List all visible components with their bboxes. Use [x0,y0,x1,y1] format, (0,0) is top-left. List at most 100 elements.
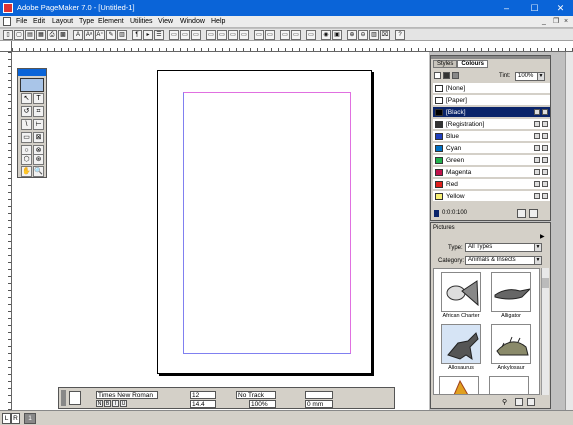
zoom-out-icon[interactable]: ⊖ [358,30,368,40]
constrained-line-tool-icon[interactable]: ⊢ [33,119,44,130]
new-colour-icon[interactable] [517,209,526,218]
frame-icon[interactable]: ▭ [180,30,190,40]
picture-item[interactable]: African Charter [439,272,483,320]
pictures-scrollbar[interactable] [541,268,549,395]
vertical-scrollbar[interactable] [565,52,573,410]
ruler-origin[interactable] [0,41,12,52]
font-icon[interactable]: A [73,30,83,40]
colour-row[interactable]: [Paper] [433,95,550,106]
set-width-field[interactable]: 100% [249,400,276,408]
find-icon[interactable]: ⎙ [47,30,57,40]
rectangle-tool-icon[interactable]: ▭ [21,132,32,143]
color-icon[interactable]: ▭ [306,30,316,40]
picture-thumbnail[interactable] [441,272,481,312]
bold-icon[interactable]: B [104,400,111,407]
mask-icon[interactable]: ▭ [254,30,264,40]
indent-icon[interactable]: ▸ [143,30,153,40]
library-icon[interactable] [515,398,523,406]
polygon-tool-icon[interactable]: ⬡ [21,154,32,165]
menu-type[interactable]: Type [79,17,94,27]
text-tool-icon[interactable]: T [33,93,44,104]
menu-edit[interactable]: Edit [33,17,45,27]
menu-utilities[interactable]: Utilities [130,17,153,27]
vertical-ruler[interactable] [0,52,12,410]
maximize-button[interactable]: ☐ [521,0,548,16]
menu-element[interactable]: Element [98,17,124,27]
pagemaker-app-icon[interactable] [3,3,13,13]
colour-row[interactable]: Blue [433,131,550,142]
colour-row[interactable]: Yellow [433,191,550,202]
picture-item[interactable]: Ankylosaur [489,324,533,372]
scroll-thumb[interactable] [542,278,549,288]
spell-check-icon[interactable]: ✎ [106,30,116,40]
unlock-icon[interactable]: ▭ [239,30,249,40]
picture-thumbnail[interactable] [491,272,531,312]
pointer-tool-icon[interactable]: ↖ [21,93,32,104]
binoculars-icon[interactable]: ▩ [58,30,68,40]
plugin-icon[interactable]: ⌧ [380,30,390,40]
category-dropdown[interactable]: Animals & Insects ▼ [465,256,542,265]
menu-file[interactable]: File [16,17,27,27]
frame-icon[interactable]: ▭ [191,30,201,40]
control-palette-grip[interactable] [61,390,66,406]
view-icon[interactable]: ▥ [369,30,379,40]
colour-row[interactable]: [Registration] [433,119,550,130]
colour-row[interactable]: Green [433,155,550,166]
colour-row[interactable]: Magenta [433,167,550,178]
zoom-in-icon[interactable]: ⊕ [347,30,357,40]
font-size-field[interactable]: 12 [190,391,216,399]
tab-colours[interactable]: Colours [457,60,489,68]
open-icon[interactable]: ▢ [14,30,24,40]
character-view-icon[interactable] [69,391,81,405]
colours-palette-titlebar[interactable] [431,56,550,59]
left-master-page-icon[interactable]: L [2,413,11,424]
binoculars-icon[interactable]: ⚲ [502,398,507,406]
page-1-icon[interactable]: 1 [24,413,36,424]
image-icon[interactable]: ▭ [291,30,301,40]
new-document-icon[interactable]: ▯ [3,30,13,40]
close-button[interactable]: ✕ [547,0,573,16]
colour-row[interactable]: [None] [433,83,550,94]
menu-layout[interactable]: Layout [52,17,73,27]
kerning-field[interactable] [305,391,333,399]
baseline-shift-field[interactable]: 0 mm [305,400,333,408]
trash-icon[interactable] [529,209,538,218]
mdi-close-button[interactable]: × [564,16,568,28]
mdi-minimize-button[interactable]: _ [542,16,546,28]
ungroup-icon[interactable]: ▭ [217,30,227,40]
italic-icon[interactable]: I [112,400,119,407]
frame-icon[interactable]: ▭ [169,30,179,40]
tint-dropdown[interactable]: 100% ▼ [515,72,545,81]
colour-row[interactable]: Cyan [433,143,550,154]
leading-field[interactable]: 14.4 [190,400,216,408]
line-tool-icon[interactable]: \ [21,119,32,130]
print-icon[interactable]: ▦ [36,30,46,40]
trash-icon[interactable] [527,398,535,406]
pdf-icon[interactable]: ▣ [332,30,342,40]
menu-view[interactable]: View [158,17,173,27]
picture-item[interactable]: Allosaurus [439,324,483,372]
fill-icon[interactable] [443,72,450,79]
styles-icon[interactable]: ▥ [117,30,127,40]
mdi-restore-button[interactable]: ❐ [553,16,559,28]
menu-help[interactable]: Help [211,17,225,27]
help-icon[interactable]: ? [395,30,405,40]
picture-thumbnail[interactable] [489,376,529,394]
crop-tool-icon[interactable]: ⌗ [33,106,44,117]
type-dropdown[interactable]: All Types ▼ [465,243,542,252]
document-icon[interactable] [3,17,11,26]
minimize-button[interactable]: – [493,0,520,16]
colour-row[interactable]: Red [433,179,550,190]
underline-icon[interactable]: U [120,400,127,407]
align-icon[interactable]: ☰ [154,30,164,40]
horizontal-ruler[interactable] [12,41,573,52]
group-icon[interactable]: ▭ [206,30,216,40]
paragraph-icon[interactable]: ¶ [132,30,142,40]
document-page[interactable] [157,70,372,374]
unmask-icon[interactable]: ▭ [265,30,275,40]
picture-thumbnail[interactable] [441,324,481,364]
picture-item[interactable]: Alligator [489,272,533,320]
right-master-page-icon[interactable]: R [11,413,20,424]
zoom-tool-icon[interactable]: 🔍 [33,166,44,177]
rotate-tool-icon[interactable]: ↺ [21,106,32,117]
